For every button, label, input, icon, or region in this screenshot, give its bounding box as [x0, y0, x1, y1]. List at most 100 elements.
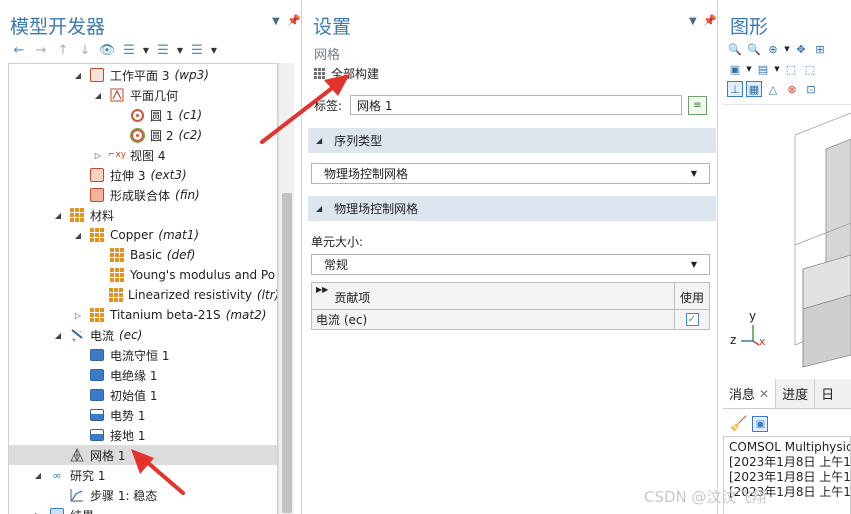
tree-item-form-union[interactable]: 形成联合体 (fin)	[9, 185, 277, 205]
tree-item-circle-2[interactable]: 圆 2 (c2)	[9, 125, 277, 145]
zoom-dropdown-icon[interactable]: ▼	[784, 41, 790, 57]
tree-item-plane-geometry[interactable]: ◢ 平面几何	[9, 85, 277, 105]
tree-item-titanium[interactable]: ▷ Titanium beta-21S (mat2)	[9, 305, 277, 325]
tree-item-extrude-3[interactable]: 拉伸 3 (ext3)	[9, 165, 277, 185]
grid-icon[interactable]: ▦	[746, 81, 762, 97]
zoom-in-icon[interactable]: 🔍	[727, 41, 743, 57]
sequence-type-select[interactable]: 物理场控制网格 ▼	[311, 163, 710, 184]
zoom-box-icon[interactable]: ⊕	[765, 41, 781, 57]
element-size-select[interactable]: 常规 ▼	[311, 254, 710, 275]
tree-item-view-4[interactable]: ▷ ⌐xy 视图 4	[9, 145, 277, 165]
zoom-extents-icon[interactable]: ⊞	[812, 41, 828, 57]
collapse-sections-icon[interactable]: ☰	[154, 43, 172, 58]
column-header-use[interactable]: 使用	[675, 283, 709, 309]
show-icon[interactable]: 👁	[98, 43, 116, 58]
pin-icon[interactable]: 📌	[287, 14, 301, 27]
collapse-dropdown-icon[interactable]: ▼	[176, 46, 184, 55]
tree-item-circle-1[interactable]: 圆 1 (c1)	[9, 105, 277, 125]
tree-item-tag: (mat2)	[225, 308, 267, 322]
image-icon[interactable]: ▣	[752, 416, 769, 432]
tree-item-label: Young's modulus and Po	[130, 268, 276, 282]
panel-menu-icon[interactable]: ▼	[272, 16, 280, 27]
list-view-dropdown-icon[interactable]: ▼	[210, 46, 218, 55]
down-arrow-icon[interactable]: ↓	[76, 43, 94, 58]
svg-text:-: -	[79, 328, 82, 336]
expand-dropdown-icon[interactable]: ▼	[142, 46, 150, 55]
tree-item-copper[interactable]: ◢ Copper (mat1)	[9, 225, 277, 245]
transparency-icon[interactable]: ⊡	[803, 81, 819, 97]
close-icon[interactable]: ✕	[759, 387, 769, 401]
tree-item-linearized-resistivity[interactable]: Linearized resistivity (ltr)	[9, 285, 277, 305]
scene-light-icon[interactable]: ⊥	[727, 81, 743, 97]
materials-icon	[69, 207, 85, 223]
section-sequence-type[interactable]: ◢ 序列类型	[308, 128, 716, 153]
axis-label-y: y	[749, 309, 757, 323]
back-arrow-icon[interactable]: ←	[10, 43, 28, 58]
clear-broom-icon[interactable]: 🧹	[730, 416, 747, 432]
expand-toggle-icon[interactable]: ▷	[73, 311, 83, 320]
form-union-icon	[89, 187, 105, 203]
pin-icon[interactable]: 📌	[703, 14, 717, 27]
column-header-contributor[interactable]: ▶▶ 贡献项	[312, 283, 675, 309]
tab-progress[interactable]: 进度	[776, 379, 816, 408]
tree-item-step-1[interactable]: 步骤 1: 稳态	[9, 485, 277, 505]
tree-item-electric-potential[interactable]: 电势 1	[9, 405, 277, 425]
property-group-icon	[109, 247, 125, 263]
tree-item-results[interactable]: ▷ 结果	[9, 505, 277, 514]
panel-menu-icon[interactable]: ▼	[689, 16, 697, 27]
camera-dropdown-icon[interactable]: ▼	[746, 61, 752, 77]
collapse-toggle-icon[interactable]: ◢	[73, 231, 83, 240]
collapse-toggle-icon[interactable]: ◢	[53, 331, 63, 340]
cell-contributor: 电流 (ec)	[312, 310, 675, 329]
build-all-button[interactable]: 全部构建	[314, 64, 379, 82]
up-arrow-icon[interactable]: ↑	[54, 43, 72, 58]
scrollbar-thumb[interactable]	[282, 193, 292, 513]
tree-item-initial-values[interactable]: 初始值 1	[9, 385, 277, 405]
label-edit-button[interactable]: ≡	[688, 96, 707, 115]
select-box-icon[interactable]: ⬚	[783, 61, 799, 77]
mesh-render-icon[interactable]: △	[765, 81, 781, 97]
tree-item-basic[interactable]: Basic (def)	[9, 245, 277, 265]
collapse-toggle-icon[interactable]: ◢	[73, 71, 83, 80]
tab-messages[interactable]: 消息 ✕	[723, 379, 777, 408]
tree-item-label: 圆 1	[150, 108, 174, 123]
log-line: [2023年1月8日 上午11	[729, 455, 851, 469]
tree-item-label: 电绝缘 1	[110, 368, 158, 383]
tree-item-current-conservation[interactable]: 电流守恒 1	[9, 345, 277, 365]
forward-arrow-icon[interactable]: →	[32, 43, 50, 58]
tree-item-study-1[interactable]: ◢ ∞ 研究 1	[9, 465, 277, 485]
model-tree: ◢ 工作平面 3 (wp3) ◢ 平面几何 圆 1 (c1) 圆 2 (c2) …	[8, 63, 278, 514]
expand-toggle-icon[interactable]: ▷	[93, 151, 103, 160]
graphics-viewport[interactable]: y z x	[723, 104, 851, 372]
tree-item-mesh-1[interactable]: 网格 1	[9, 445, 277, 465]
tree-item-electric-insulation[interactable]: 电绝缘 1	[9, 365, 277, 385]
tree-scrollbar[interactable]	[278, 63, 294, 514]
expand-toggle-icon[interactable]: ▷	[33, 511, 43, 514]
views-icon[interactable]: ▤	[755, 61, 771, 77]
tree-item-work-plane[interactable]: ◢ 工作平面 3 (wp3)	[9, 65, 277, 85]
expand-sections-icon[interactable]: ☰	[120, 43, 138, 58]
camera-icon[interactable]: ▣	[727, 61, 743, 77]
collapse-toggle-icon[interactable]: ◢	[53, 211, 63, 220]
tree-item-youngs-modulus[interactable]: Young's modulus and Po	[9, 265, 277, 285]
wireframe-icon[interactable]: ⊗	[784, 81, 800, 97]
tree-item-label: Basic	[130, 248, 162, 262]
list-view-icon[interactable]: ☰	[188, 43, 206, 58]
label-input[interactable]: 网格 1	[350, 95, 683, 115]
views-dropdown-icon[interactable]: ▼	[774, 61, 780, 77]
use-checkbox[interactable]: ✓	[685, 313, 699, 326]
section-physics-controlled-mesh[interactable]: ◢ 物理场控制网格	[308, 196, 716, 221]
collapse-toggle-icon[interactable]: ◢	[33, 471, 43, 480]
tree-item-ground[interactable]: 接地 1	[9, 425, 277, 445]
pan-icon[interactable]: ✥	[793, 41, 809, 57]
tree-item-materials[interactable]: ◢ 材料	[9, 205, 277, 225]
zoom-out-icon[interactable]: 🔍	[746, 41, 762, 57]
deselect-icon[interactable]: ⬚	[802, 61, 818, 77]
tree-item-tag: (ext3)	[150, 168, 187, 182]
tree-item-electric-currents[interactable]: ◢ + - 电流 (ec)	[9, 325, 277, 345]
collapse-toggle-icon[interactable]: ◢	[93, 91, 103, 100]
study-icon: ∞	[52, 468, 62, 482]
table-row[interactable]: 电流 (ec) ✓	[312, 310, 709, 329]
sort-icon: ▶▶	[316, 285, 329, 294]
tab-log[interactable]: 日	[815, 379, 840, 408]
